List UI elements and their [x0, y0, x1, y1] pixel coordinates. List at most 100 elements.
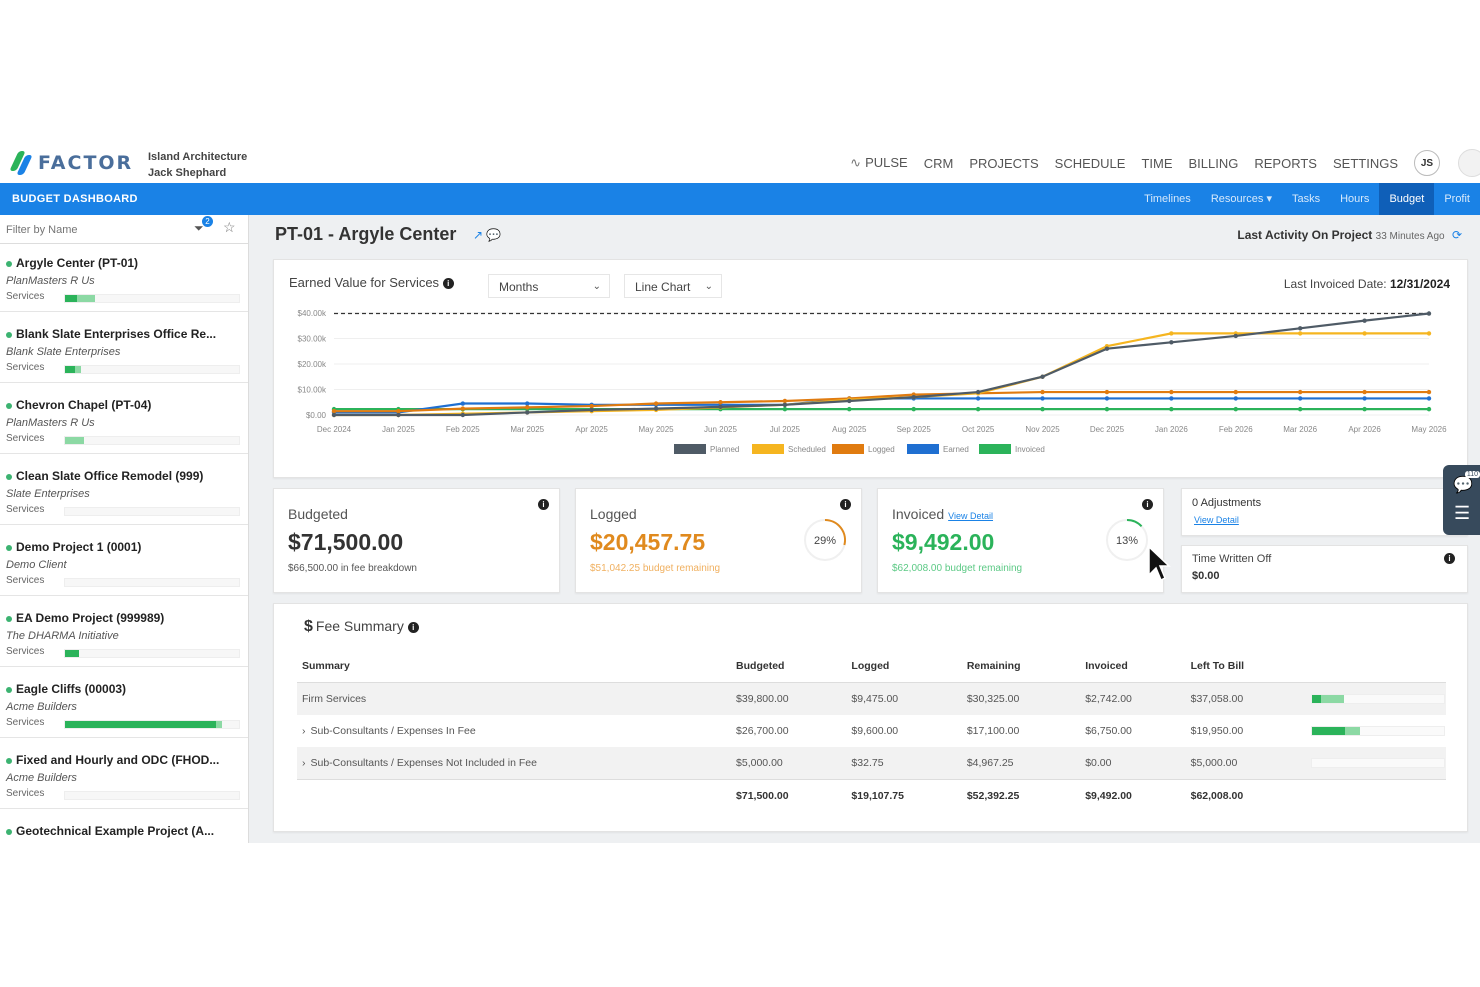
user-avatar[interactable]: JS	[1414, 150, 1440, 176]
nav-time[interactable]: TIME	[1141, 156, 1172, 171]
chat-icon[interactable]: 💬	[1453, 475, 1473, 495]
tab-budget[interactable]: Budget	[1379, 183, 1435, 215]
sidebar-project-item[interactable]: Geotechnical Example Project (A...	[0, 818, 248, 843]
adjustments-label: 0 Adjustments	[1192, 497, 1262, 509]
table-row[interactable]: › Sub-Consultants / Expenses Not Included…	[297, 747, 1446, 780]
tab-profit[interactable]: Profit	[1434, 183, 1480, 215]
data-point-invoiced	[1426, 406, 1432, 412]
data-point-planned	[782, 402, 788, 407]
table-cell: $17,100.00	[966, 725, 1020, 737]
sidebar-project-item[interactable]: Argyle Center (PT-01) PlanMasters R Us S…	[0, 250, 248, 312]
data-point-logged	[1233, 389, 1238, 395]
cell-progress	[1306, 682, 1446, 715]
comments-icon[interactable]: 💬	[486, 228, 501, 242]
adjustments-view-detail-link[interactable]: View Detail	[1194, 515, 1239, 525]
table-cell: $32.75	[846, 747, 962, 780]
nav-projects[interactable]: PROJECTS	[969, 156, 1038, 171]
data-point-invoiced	[1169, 406, 1174, 412]
sidebar-project-item[interactable]: Chevron Chapel (PT-04) PlanMasters R Us …	[0, 392, 248, 454]
data-point-invoiced	[782, 406, 788, 412]
nav-reports[interactable]: REPORTS	[1254, 156, 1317, 171]
nav-settings[interactable]: SETTINGS	[1333, 156, 1398, 171]
tab-hours[interactable]: Hours	[1330, 183, 1379, 215]
legend-label-planned: Planned	[710, 445, 739, 454]
info-icon[interactable]: i	[442, 278, 454, 290]
invoiced-view-detail-link[interactable]: View Detail	[948, 511, 993, 521]
table-cell: $5,000.00	[731, 747, 847, 780]
sidebar-project-item[interactable]: Blank Slate Enterprises Office Re... Bla…	[0, 321, 248, 383]
sidebar-project-item[interactable]: Eagle Cliffs (00003) Acme Builders Servi…	[0, 676, 248, 738]
table-cell: $0.00	[1080, 747, 1186, 780]
table-row[interactable]: Firm Services $39,800.00 $9,475.00 $30,325.…	[297, 682, 1446, 715]
project-client: Acme Builders	[6, 701, 77, 713]
chart-title: Earned Value for Services i	[289, 275, 454, 290]
x-tick-label: May 2025	[638, 425, 674, 434]
services-label: Services	[6, 646, 45, 657]
project-services-row: Services	[6, 291, 242, 303]
table-row[interactable]: › Sub-Consultants / Expenses In Fee $26,70…	[297, 715, 1446, 747]
tab-resources[interactable]: Resources ▾	[1201, 183, 1282, 215]
filter-input[interactable]	[4, 219, 188, 241]
x-tick-label: Dec 2025	[1090, 425, 1125, 434]
chart-type-select[interactable]: Line Chart ⌄	[624, 274, 722, 298]
table-header-row: Summary Budgeted Logged Remaining Invoic…	[297, 650, 1446, 683]
star-icon[interactable]: ☆	[223, 219, 236, 236]
total-cell	[297, 779, 732, 812]
mouse-cursor-icon	[1148, 545, 1171, 582]
services-label: Services	[6, 788, 45, 799]
project-client: The DHARMA Initiative	[6, 630, 119, 642]
services-label: Services	[6, 433, 45, 444]
org-info: Island Architecture Jack Shephard	[148, 149, 247, 181]
project-name: Fixed and Hourly and ODC (FHOD...	[6, 753, 242, 767]
tab-timelines[interactable]: Timelines	[1134, 183, 1201, 215]
info-icon[interactable]: i	[840, 499, 851, 510]
sidebar-project-item[interactable]: Clean Slate Office Remodel (999) Slate E…	[0, 463, 248, 525]
notification-icon[interactable]	[1458, 149, 1480, 177]
budgeted-card: Budgeted $71,500.00 $66,500.00 in fee br…	[273, 488, 560, 593]
y-tick-label: $10.00k	[298, 386, 327, 395]
x-tick-label: Dec 2024	[317, 425, 352, 434]
support-widget[interactable]: 💬 110 ☰	[1443, 465, 1480, 535]
expand-chevron-icon[interactable]: ›	[302, 725, 306, 737]
time-written-off-card: Time Written Off $0.00 i	[1181, 545, 1468, 593]
factor-logo[interactable]: FACTOR	[9, 148, 133, 178]
info-icon[interactable]: i	[538, 499, 549, 510]
top-bar: FACTOR Island Architecture Jack Shephard…	[0, 143, 1480, 184]
project-name: Argyle Center (PT-01)	[6, 256, 242, 270]
sidebar-project-item[interactable]: EA Demo Project (999989) The DHARMA Init…	[0, 605, 248, 667]
logged-label: Logged	[590, 506, 637, 522]
pulse-icon: ∿	[850, 155, 862, 170]
nav-schedule[interactable]: SCHEDULE	[1055, 156, 1126, 171]
data-point-planned	[396, 412, 401, 418]
sidebar-project-item[interactable]: Demo Project 1 (0001) Demo Client Servic…	[0, 534, 248, 596]
expand-chevron-icon[interactable]: ›	[302, 757, 306, 769]
project-services-row: Services	[6, 575, 242, 587]
data-point-scheduled	[1169, 331, 1174, 336]
logged-fill	[65, 721, 217, 728]
sidebar-project-item[interactable]: Fixed and Hourly and ODC (FHOD... Acme B…	[0, 747, 248, 809]
logged-fill	[1312, 695, 1322, 703]
logged-sub: $51,042.25 budget remaining	[590, 563, 721, 574]
cell-progress	[1306, 747, 1446, 780]
ring-percent-label: 29%	[814, 535, 836, 547]
table-cell: $26,700.00	[736, 725, 789, 737]
refresh-icon[interactable]: ⟳	[1452, 228, 1462, 242]
menu-icon[interactable]: ☰	[1454, 503, 1470, 524]
project-client: Slate Enterprises	[6, 488, 90, 500]
table-cell: $9,475.00	[846, 682, 962, 715]
status-dot	[6, 260, 12, 267]
nav-billing[interactable]: BILLING	[1189, 156, 1239, 171]
nav-crm[interactable]: CRM	[924, 156, 954, 171]
tab-tasks[interactable]: Tasks	[1282, 183, 1330, 215]
info-icon[interactable]: i	[1142, 499, 1153, 510]
info-icon[interactable]: i	[407, 621, 419, 633]
filter-count-badge: 2	[202, 216, 213, 227]
fee-summary-card: $ Fee Summary i Summary Budgeted Logged R…	[273, 603, 1468, 832]
external-link-icon[interactable]: ↗	[473, 228, 483, 242]
project-client: PlanMasters R Us	[6, 275, 95, 287]
period-select[interactable]: Months ⌄	[488, 274, 610, 298]
x-tick-label: Feb 2025	[446, 425, 480, 434]
logged-fill	[65, 295, 78, 302]
nav-pulse[interactable]: ∿ PULSE	[850, 155, 908, 171]
info-icon[interactable]: i	[1444, 553, 1455, 564]
